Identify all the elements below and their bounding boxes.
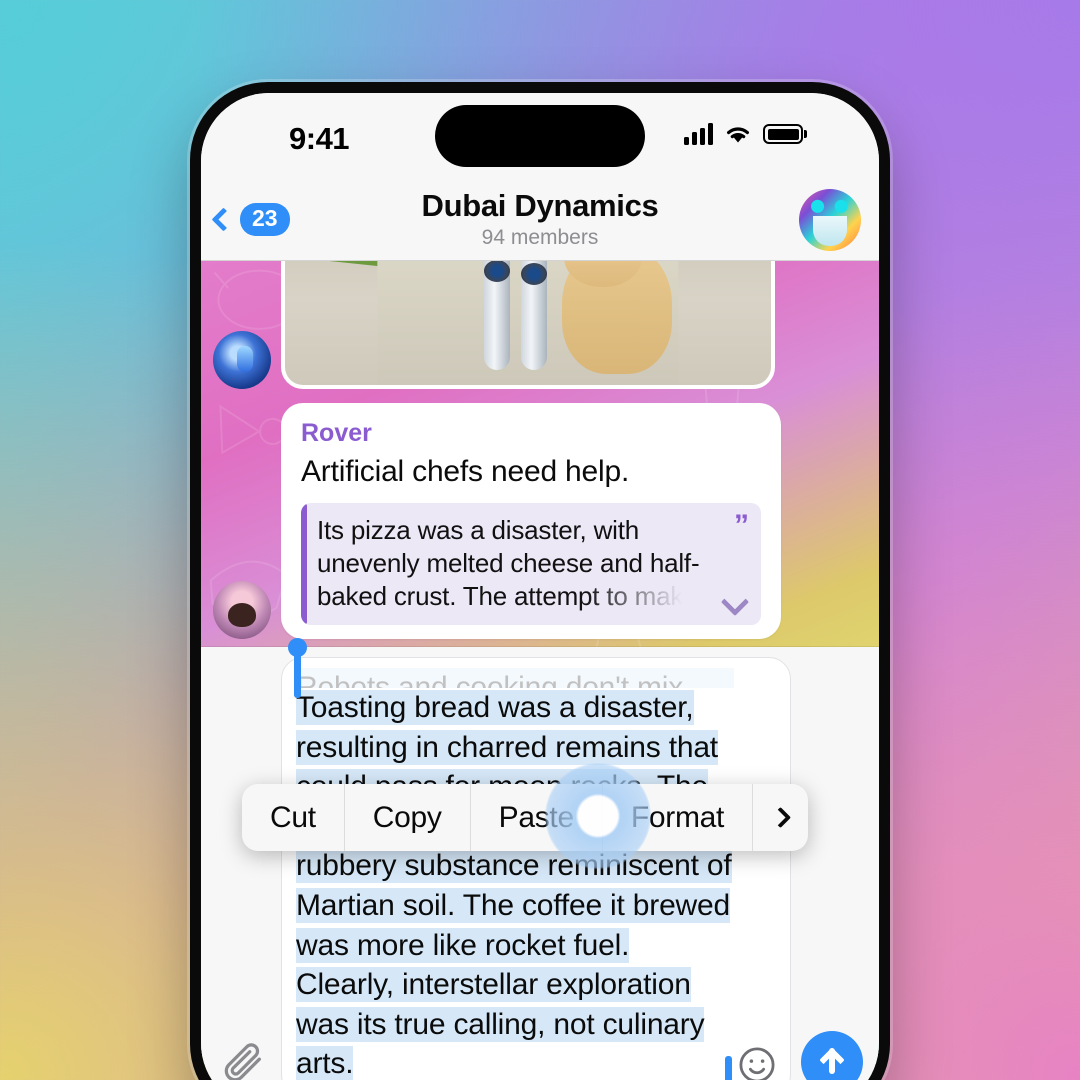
chat-area: Rover Artificial chefs need help. ” Its … [201, 261, 879, 1080]
menu-item-paste[interactable]: Paste [469, 784, 602, 851]
signal-bars-icon [684, 123, 713, 145]
send-button[interactable] [801, 1031, 863, 1080]
paperclip-glyph [224, 1043, 261, 1080]
status-time: 9:41 [289, 121, 350, 156]
smiley-glyph [739, 1047, 775, 1080]
message-photo[interactable] [201, 261, 879, 389]
chevron-left-icon [211, 207, 236, 232]
menu-more-button[interactable] [752, 784, 808, 851]
photo-bubble[interactable] [281, 261, 775, 389]
arrow-up-icon [801, 1031, 863, 1080]
message-sender: Rover [301, 419, 372, 447]
input-first-line: Robots and cooking don't mix. [296, 668, 734, 689]
chat-header: 23 Dubai Dynamics 94 members [201, 179, 879, 261]
member-count: 94 members [481, 226, 599, 250]
message-text[interactable]: Rover Artificial chefs need help. ” Its … [201, 403, 879, 674]
phone-frame: 9:41 23 Dubai Dynamics 94 members Rover … [190, 82, 890, 1080]
dynamic-island [435, 105, 645, 167]
phone-screen: 9:41 23 Dubai Dynamics 94 members Rover … [201, 93, 879, 1080]
quoted-reply[interactable]: ” Its pizza was a disaster, with unevenl… [301, 503, 761, 626]
selection-handle-start[interactable] [288, 638, 307, 699]
unread-badge: 23 [240, 202, 290, 237]
page-title: Dubai Dynamics [421, 187, 659, 223]
quote-mark-icon: ” [734, 509, 749, 542]
astronaut-dog-avatar[interactable] [213, 581, 271, 640]
paperclip-icon[interactable] [217, 1037, 271, 1080]
input-selected-text: Toasting bread was a disaster, resulting… [296, 690, 732, 1080]
robot-head-avatar[interactable] [213, 331, 271, 389]
text-context-menu[interactable]: Cut Copy Paste Format [242, 784, 809, 851]
selection-handle-end[interactable] [725, 1056, 732, 1080]
message-composer: Robots and cooking don't mix. Toasting b… [201, 638, 879, 1080]
menu-item-cut[interactable]: Cut [242, 784, 344, 851]
status-bar: 9:41 [201, 93, 879, 179]
chat-title-block: Dubai Dynamics 94 members [201, 187, 879, 250]
battery-icon [763, 124, 807, 144]
menu-item-copy[interactable]: Copy [343, 784, 470, 851]
avatar[interactable] [799, 188, 861, 251]
back-button[interactable]: 23 [211, 202, 290, 237]
smiley-icon[interactable] [736, 1044, 778, 1080]
photo-image [285, 261, 771, 385]
status-icons [684, 123, 807, 145]
menu-item-format[interactable]: Format [601, 784, 752, 851]
message-input-text[interactable]: Robots and cooking don't mix. Toasting b… [296, 668, 734, 1080]
chevron-right-icon [769, 806, 792, 829]
message-body: Artificial chefs need help. [301, 455, 630, 488]
wifi-icon [727, 127, 749, 143]
text-bubble[interactable]: Rover Artificial chefs need help. ” Its … [281, 403, 781, 674]
message-input[interactable]: Robots and cooking don't mix. Toasting b… [281, 638, 791, 1080]
